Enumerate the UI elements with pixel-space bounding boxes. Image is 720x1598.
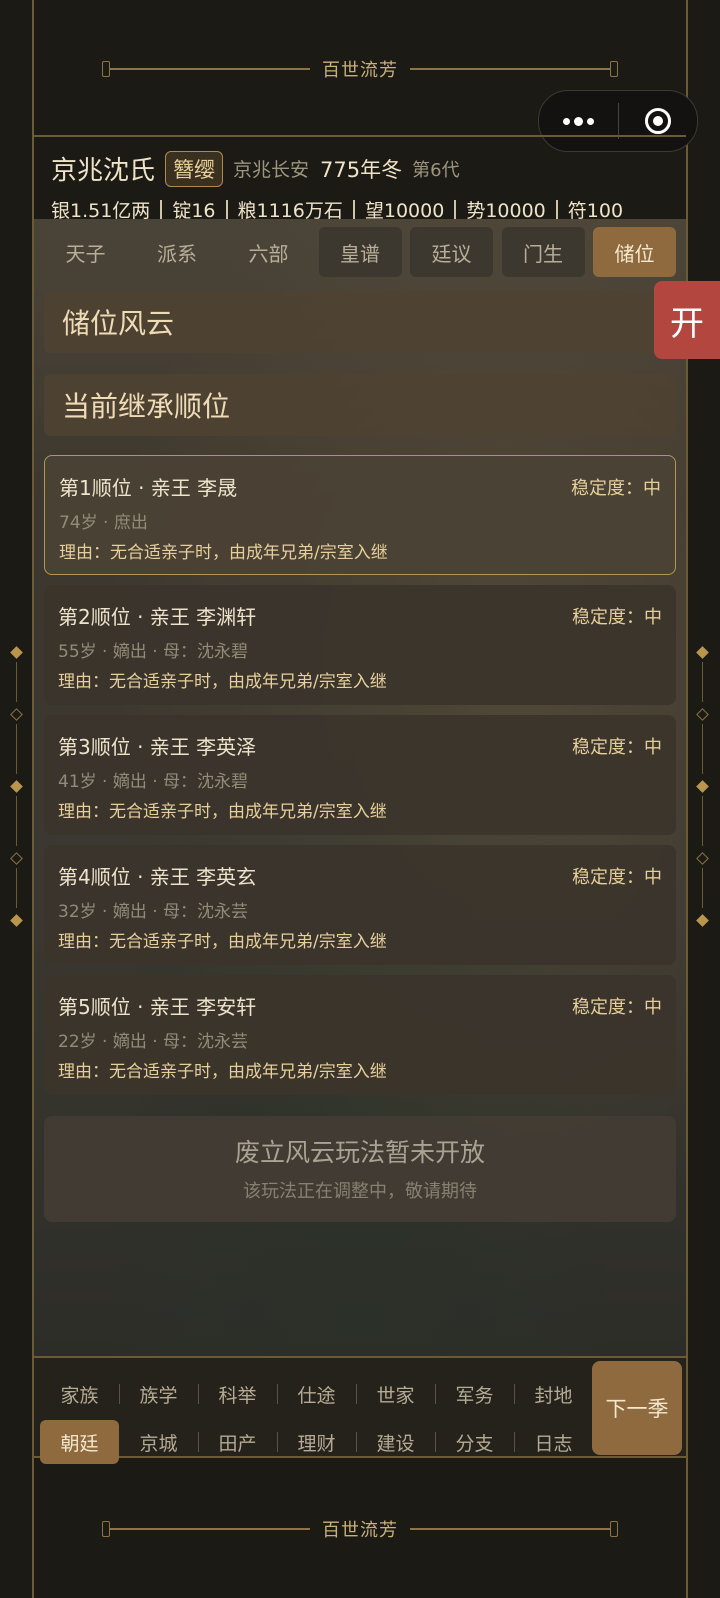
tab-emperor[interactable]: 天子 bbox=[44, 227, 127, 277]
target-close-icon bbox=[644, 108, 671, 134]
more-dots-icon bbox=[562, 116, 594, 126]
stability: 稳定度：中 bbox=[571, 478, 661, 499]
stability: 稳定度：中 bbox=[572, 607, 662, 628]
nav-career[interactable]: 仕途 bbox=[277, 1372, 356, 1416]
stability: 稳定度：中 bbox=[572, 867, 662, 888]
heir-meta: 22岁 · 嫡出 · 母：沈永芸 bbox=[58, 1032, 249, 1052]
court-tabs: 天子 派系 六部 皇谱 廷议 门生 储位 bbox=[44, 227, 676, 277]
frame-right-line bbox=[686, 0, 688, 1598]
nav-fief[interactable]: 封地 bbox=[514, 1372, 593, 1416]
rank-badge: 簪缨 bbox=[165, 150, 224, 187]
tab-court-debate[interactable]: 廷议 bbox=[410, 227, 493, 277]
footer-title: 百世流芳 bbox=[322, 1520, 398, 1541]
succession-card[interactable]: 第2顺位 · 亲王 李渊轩 稳定度：中 55岁 · 嫡出 · 母：沈永碧 理由：… bbox=[44, 585, 676, 705]
heir-meta: 55岁 · 嫡出 · 母：沈永碧 bbox=[58, 642, 249, 662]
tab-factions[interactable]: 派系 bbox=[136, 227, 219, 277]
banner-cap-right bbox=[610, 61, 618, 77]
nav-military[interactable]: 军务 bbox=[435, 1372, 514, 1416]
header-divider bbox=[34, 135, 686, 137]
heir-reason: 理由：无合适亲子时，由成年兄弟/宗室入继 bbox=[58, 1062, 387, 1082]
nav-noble-families[interactable]: 世家 bbox=[356, 1372, 435, 1416]
nav-log[interactable]: 日志 bbox=[514, 1420, 593, 1464]
left-ornament bbox=[7, 646, 27, 948]
notice-title: 废立风云玩法暂未开放 bbox=[234, 1138, 485, 1167]
app-title: 百世流芳 bbox=[322, 60, 398, 81]
right-ornament bbox=[693, 646, 713, 948]
succession-card[interactable]: 第4顺位 · 亲王 李英玄 稳定度：中 32岁 · 嫡出 · 母：沈永芸 理由：… bbox=[44, 845, 676, 965]
heir-reason: 理由：无合适亲子时，由成年兄弟/宗室入继 bbox=[58, 802, 387, 822]
heir-meta: 32岁 · 嫡出 · 母：沈永芸 bbox=[58, 902, 249, 922]
heir-reason: 理由：无合适亲子时，由成年兄弟/宗室入继 bbox=[58, 932, 387, 952]
banner-line-right bbox=[410, 68, 610, 70]
nav-clan[interactable]: 家族 bbox=[40, 1372, 119, 1416]
tab-ministries[interactable]: 六部 bbox=[227, 227, 310, 277]
generation: 第6代 bbox=[412, 159, 460, 181]
open-button[interactable]: 开 bbox=[654, 281, 720, 359]
heir-title: 第5顺位 · 亲王 李安轩 bbox=[58, 995, 257, 1019]
succession-card[interactable]: 第1顺位 · 亲王 李晟 稳定度：中 74岁 · 庶出 理由：无合适亲子时，由成… bbox=[44, 455, 676, 575]
heir-reason: 理由：无合适亲子时，由成年兄弟/宗室入继 bbox=[58, 672, 387, 692]
stability: 稳定度：中 bbox=[572, 737, 662, 758]
top-banner: 百世流芳 bbox=[34, 49, 686, 89]
succession-card[interactable]: 第3顺位 · 亲王 李英泽 稳定度：中 41岁 · 嫡出 · 母：沈永碧 理由：… bbox=[44, 715, 676, 835]
feature-notice: 废立风云玩法暂未开放 该玩法正在调整中，敬请期待 bbox=[44, 1116, 676, 1222]
nav-clan-school[interactable]: 族学 bbox=[119, 1372, 198, 1416]
tab-royal-genealogy[interactable]: 皇谱 bbox=[318, 227, 402, 277]
banner-line-left bbox=[110, 68, 310, 70]
succession-card[interactable]: 第5顺位 · 亲王 李安轩 稳定度：中 22岁 · 嫡出 · 母：沈永芸 理由：… bbox=[44, 975, 676, 1095]
heir-meta: 74岁 · 庶出 bbox=[59, 513, 148, 533]
close-button[interactable] bbox=[619, 91, 698, 151]
family-name: 京兆沈氏 bbox=[51, 156, 156, 186]
more-button[interactable] bbox=[539, 91, 618, 151]
tab-succession[interactable]: 储位 bbox=[593, 227, 676, 277]
heir-reason: 理由：无合适亲子时，由成年兄弟/宗室入继 bbox=[59, 543, 388, 563]
heir-title: 第4顺位 · 亲王 李英玄 bbox=[58, 865, 257, 889]
court-content-panel: 天子 派系 六部 皇谱 廷议 门生 储位 储位风云 当前继承顺位 第1顺位 · … bbox=[34, 219, 686, 1356]
section-title: 储位风云 bbox=[44, 291, 676, 353]
heir-meta: 41岁 · 嫡出 · 母：沈永碧 bbox=[58, 772, 249, 792]
nav-branches[interactable]: 分支 bbox=[435, 1420, 514, 1464]
mini-program-capsule bbox=[538, 90, 698, 152]
game-date: 775年冬 bbox=[320, 157, 403, 182]
heir-title: 第1顺位 · 亲王 李晟 bbox=[59, 476, 238, 500]
heir-title: 第3顺位 · 亲王 李英泽 bbox=[58, 735, 257, 759]
nav-exam[interactable]: 科举 bbox=[198, 1372, 277, 1416]
nav-capital[interactable]: 京城 bbox=[119, 1420, 198, 1464]
header-info: 京兆沈氏 簪缨 京兆长安 775年冬 第6代 bbox=[51, 150, 460, 187]
stability: 稳定度：中 bbox=[572, 997, 662, 1018]
subsection-title: 当前继承顺位 bbox=[44, 374, 676, 436]
banner-cap-left bbox=[102, 61, 110, 77]
nav-farmland[interactable]: 田产 bbox=[198, 1420, 277, 1464]
bottom-navigation: 家族 族学 科举 仕途 世家 军务 封地 朝廷 京城 田产 理财 建设 分支 日… bbox=[34, 1356, 686, 1464]
tab-disciples[interactable]: 门生 bbox=[501, 227, 585, 277]
next-season-button[interactable]: 下一季 bbox=[592, 1361, 682, 1455]
notice-subtitle: 该玩法正在调整中，敬请期待 bbox=[243, 1181, 477, 1202]
heir-title: 第2顺位 · 亲王 李渊轩 bbox=[58, 605, 257, 629]
bottom-banner: 百世流芳 bbox=[34, 1509, 686, 1549]
nav-court[interactable]: 朝廷 bbox=[40, 1420, 119, 1464]
nav-construction[interactable]: 建设 bbox=[356, 1420, 435, 1464]
nav-finance[interactable]: 理财 bbox=[277, 1420, 356, 1464]
location: 京兆长安 bbox=[233, 159, 310, 181]
